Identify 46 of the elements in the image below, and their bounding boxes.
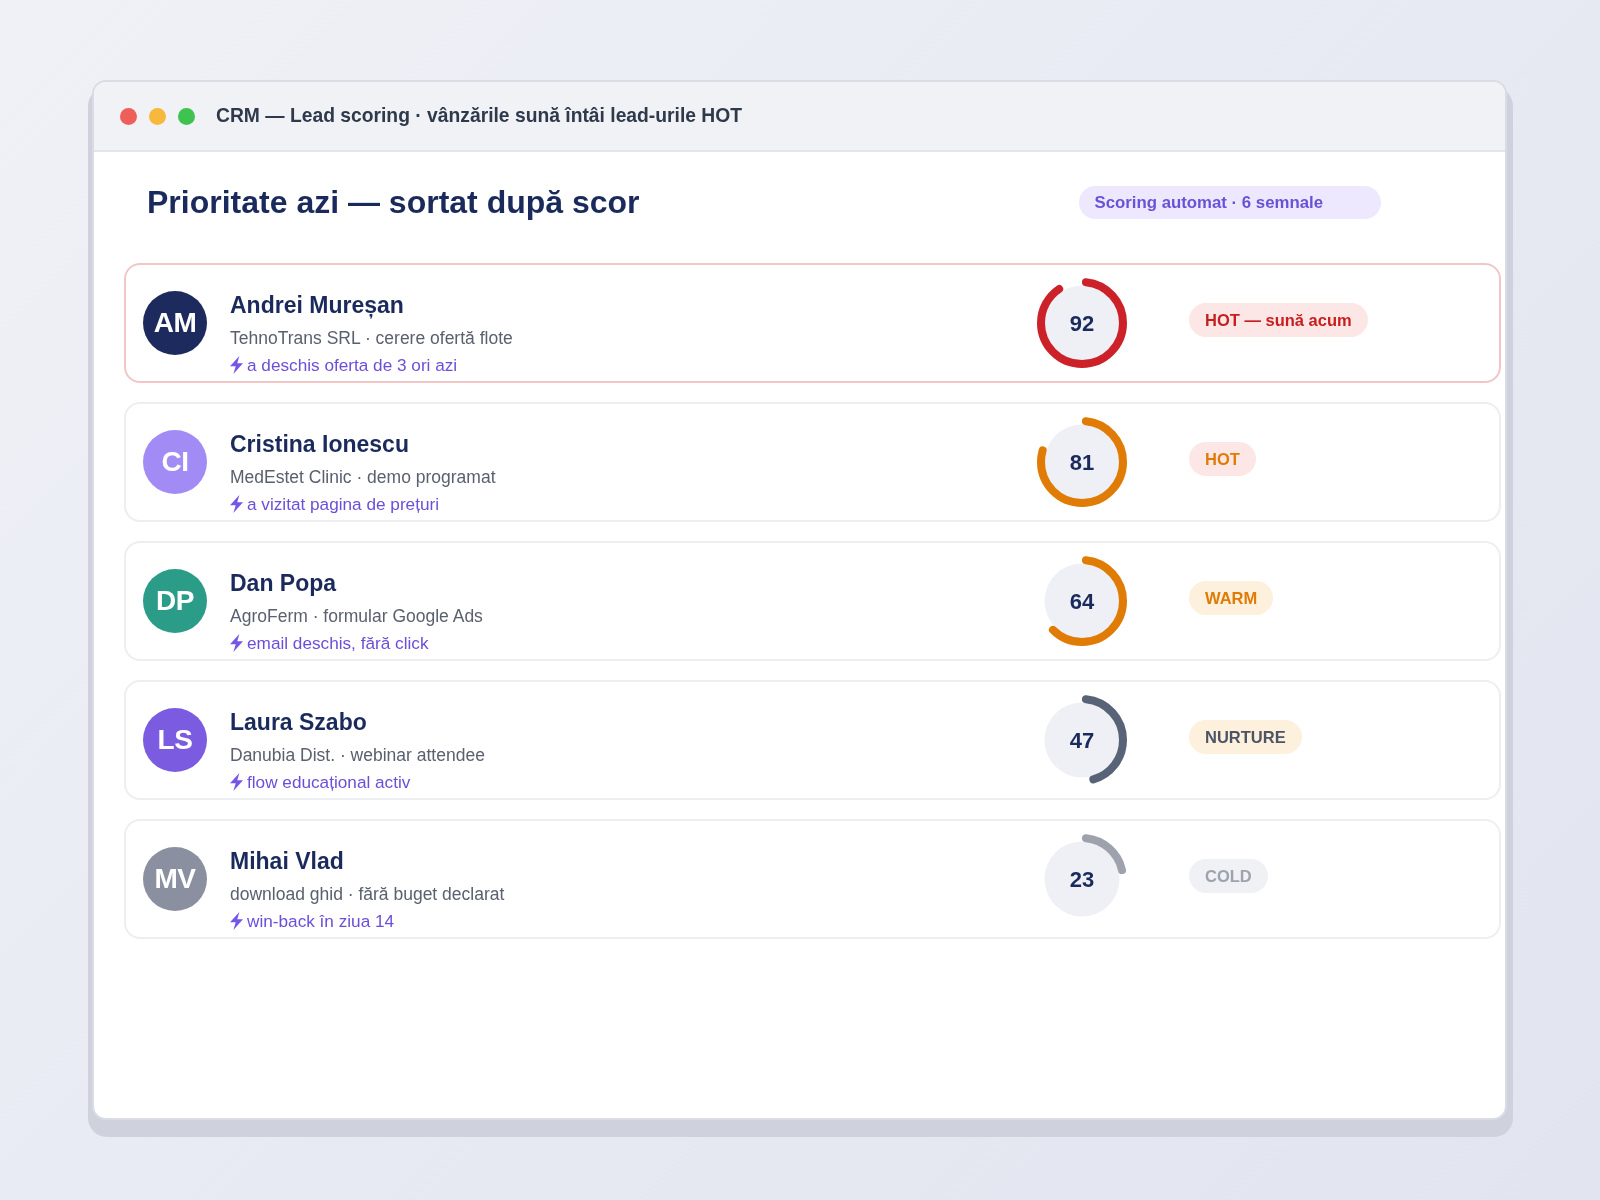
scoring-badge: Scoring automat · 6 semnale [1078,185,1381,219]
score-value: 81 [1069,450,1095,477]
lead-details: AgroFerm · formular Google Ads [230,605,483,628]
lead-details: Danubia Dist. · webinar attendee [230,744,485,767]
signal-text: flow educațional activ [247,771,411,793]
lead-card[interactable]: AM Andrei Mureșan TehnoTrans SRL · cerere ofertă flote a deschis oferta de 3 ori azi 92 HOT — sună acum [124,263,1501,383]
score-value: 92 [1069,311,1095,338]
lightning-icon [230,773,243,791]
page-heading: Prioritate azi — sortat după scor [147,184,640,220]
score-value: 23 [1069,867,1095,894]
close-button[interactable] [120,107,137,125]
avatar: MV [143,847,207,911]
lead-details: download ghid · fără buget declarat [230,883,505,906]
lead-details: MedEstet Clinic · demo programat [230,466,496,489]
maximize-button[interactable] [178,107,195,125]
score-value: 47 [1069,728,1095,755]
lightning-icon [230,634,243,652]
lead-name: Dan Popa [230,569,337,597]
window-title: CRM — Lead scoring · vânzările sună întâi lead-urile HOT [216,105,743,127]
status-badge: WARM [1189,581,1274,615]
signal-text: a deschis oferta de 3 ori azi [247,354,458,376]
avatar: LS [143,708,207,772]
signal-text: a vizitat pagina de prețuri [247,493,440,515]
signal-text: email deschis, fără click [247,632,429,654]
lead-name: Laura Szabo [230,708,367,736]
status-badge: HOT — sună acum [1189,303,1368,337]
avatar: DP [143,569,207,633]
lead-card[interactable]: CI Cristina Ionescu MedEstet Clinic · demo programat a vizitat pagina de prețuri 81 HOT [124,402,1501,522]
lightning-icon [230,356,243,374]
status-badge: NURTURE [1189,720,1302,754]
lead-card[interactable]: LS Laura Szabo Danubia Dist. · webinar attendee flow educațional activ 47 NURTURE [124,680,1501,800]
lead-name: Andrei Mureșan [230,291,404,319]
status-badge: HOT [1189,442,1256,476]
lead-details: TehnoTrans SRL · cerere ofertă flote [230,327,513,350]
lead-name: Cristina Ionescu [230,430,409,458]
avatar: AM [143,291,207,355]
minimize-button[interactable] [149,107,166,125]
status-badge: COLD [1189,859,1268,893]
lightning-icon [230,912,243,930]
avatar: CI [143,430,207,494]
lead-card[interactable]: DP Dan Popa AgroFerm · formular Google Ads email deschis, fără click 64 WARM [124,541,1501,661]
lightning-icon [230,495,243,513]
lead-name: Mihai Vlad [230,847,344,875]
lead-card[interactable]: MV Mihai Vlad download ghid · fără buget declarat win-back în ziua 14 23 COLD [124,819,1501,939]
score-value: 64 [1069,589,1095,616]
signal-text: win-back în ziua 14 [247,910,395,932]
